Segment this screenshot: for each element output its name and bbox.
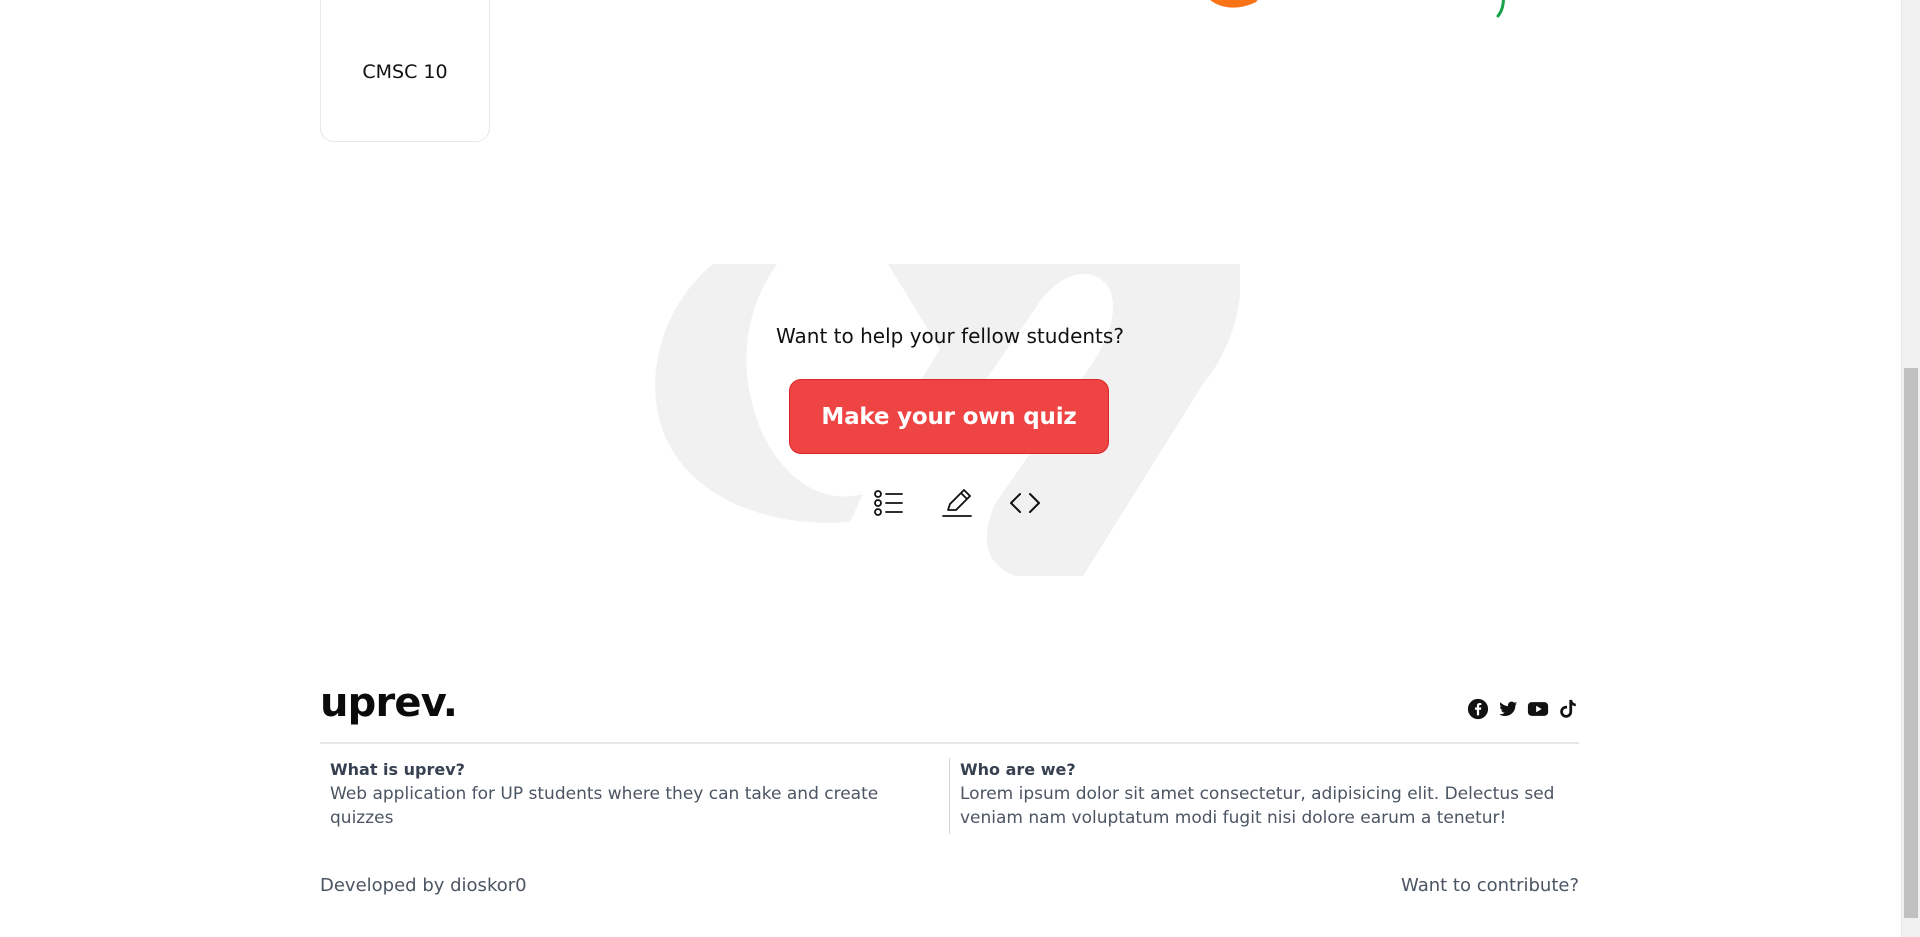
who-column: Who are we? Lorem ipsum dolor sit amet c… <box>950 758 1579 834</box>
developer-credit[interactable]: Developed by dioskor0 <box>320 875 527 896</box>
course-card-label: CMSC 10 <box>362 61 448 83</box>
scrollbar-thumb[interactable] <box>1904 368 1918 918</box>
footer-bottom: Developed by dioskor0 Want to contribute… <box>320 875 1579 896</box>
twitter-icon[interactable] <box>1497 698 1519 720</box>
make-quiz-button[interactable]: Make your own quiz <box>789 379 1109 454</box>
pencil-icon <box>942 489 972 517</box>
contribute-section: Want to help your fellow students? Make … <box>655 264 1240 576</box>
footer: uprev. What is uprev? Web application fo… <box>320 680 1579 910</box>
scrollbar[interactable] <box>1901 0 1920 937</box>
page: CMSC 10 Want to help your fellow student… <box>0 0 1920 937</box>
footer-info: What is uprev? Web application for UP st… <box>320 758 1579 834</box>
code-icon <box>1010 493 1040 513</box>
tiktok-icon[interactable] <box>1557 698 1579 720</box>
who-title: Who are we? <box>960 760 1076 779</box>
about-title: What is uprev? <box>330 760 465 779</box>
about-text: Web application for UP students where th… <box>330 784 879 828</box>
footer-logo[interactable]: uprev. <box>320 680 458 726</box>
contribute-prompt: Want to help your fellow students? <box>776 324 1124 348</box>
who-text: Lorem ipsum dolor sit amet consectetur, … <box>960 784 1555 828</box>
feature-icons <box>872 486 1042 520</box>
youtube-icon[interactable] <box>1527 698 1549 720</box>
course-card[interactable]: CMSC 10 <box>320 0 490 142</box>
decorative-illustration <box>1210 0 1505 18</box>
list-icon <box>874 490 903 516</box>
facebook-icon[interactable] <box>1467 698 1489 720</box>
social-links <box>1467 698 1579 720</box>
about-column: What is uprev? Web application for UP st… <box>320 758 950 834</box>
footer-divider <box>320 742 1579 744</box>
contribute-link[interactable]: Want to contribute? <box>1401 875 1579 896</box>
